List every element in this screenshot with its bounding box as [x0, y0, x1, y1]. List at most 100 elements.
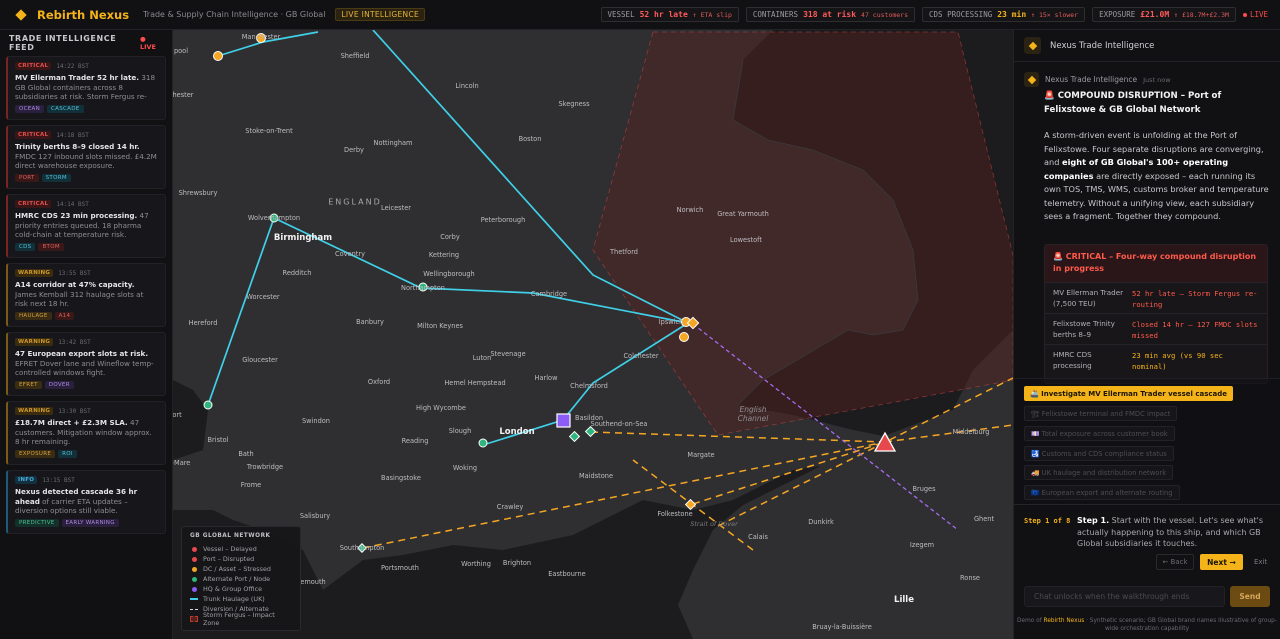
exit-button[interactable]: Exit	[1254, 558, 1267, 566]
severity-badge: WARNING	[15, 407, 54, 415]
feed-card[interactable]: WARNING 13:42 BST 47 European export slots…	[6, 332, 166, 396]
city-label: Reading	[401, 437, 429, 445]
metric-cds-processing[interactable]: CDS PROCESSING 23 min ↑ 15× slower	[922, 7, 1086, 22]
suggestion-terminal-impact[interactable]: 🏗 Felixstowe terminal and FMDC impact	[1024, 406, 1178, 421]
feed-live-badge: ● LIVE	[139, 35, 156, 51]
feed-tag[interactable]: EFRET	[15, 381, 42, 389]
feed-card[interactable]: INFO 13:15 BST Nexus detected cascade 36 h…	[6, 470, 166, 534]
feed-tag[interactable]: BTOM	[38, 243, 64, 251]
critical-row-key: HMRC CDS processing	[1053, 350, 1092, 370]
brand-subtitle: Trade & Supply Chain Intelligence · GB G…	[143, 10, 326, 19]
legend-item: Storm Fergus – Impact Zone	[190, 611, 292, 627]
severity-badge: CRITICAL	[15, 62, 52, 70]
feed-tags: CDS BTOM	[15, 243, 158, 251]
city-label: Thetford	[610, 248, 638, 256]
critical-alert-card: 🚨 CRITICAL – Four-way compound disruptio…	[1044, 244, 1268, 384]
feed-detail: FMDC 127 inbound slots missed. £4.2M dir…	[15, 151, 157, 171]
brand-name[interactable]: Rebirth Nexus	[37, 8, 129, 22]
suggestion-european-export[interactable]: 🇪🇺 European export and alternate routing	[1024, 485, 1180, 500]
feed-card[interactable]: CRITICAL 14:22 BST MV Ellerman Trader 52 h…	[6, 56, 166, 120]
city-label: Great Yarmouth	[717, 210, 769, 218]
city-label: Portsmouth	[381, 564, 419, 572]
next-button[interactable]: Next →	[1200, 554, 1243, 570]
metric-exposure[interactable]: EXPOSURE £21.0M ↑ £18.7M+£2.3M	[1092, 7, 1236, 22]
feed-card-header: CRITICAL 14:14 BST	[15, 200, 158, 208]
feed-tag[interactable]: EXPOSURE	[15, 450, 56, 458]
feed-card[interactable]: WARNING 13:55 BST A14 corridor at 47% capa…	[6, 263, 166, 327]
legend-item: Port – Disrupted	[190, 554, 292, 564]
city-label: Leicester	[381, 204, 411, 212]
metric-vessel[interactable]: VESSEL 52 hr late ↑ ETA slip	[600, 7, 739, 22]
feed-tag[interactable]: DOVER	[44, 381, 74, 389]
message-body: A storm-driven event is unfolding at the…	[1044, 129, 1272, 224]
feed-card-header: WARNING 13:42 BST	[15, 338, 158, 346]
feed-list: CRITICAL 14:22 BST MV Ellerman Trader 52 h…	[0, 56, 172, 534]
feed-tag[interactable]: EARLY WARNING	[61, 519, 119, 527]
feed-tag[interactable]: OCEAN	[15, 105, 45, 113]
back-button[interactable]: ← Back	[1156, 554, 1194, 570]
feed-tag[interactable]: CASCADE	[47, 105, 84, 113]
metric-containers[interactable]: CONTAINERS 318 at risk 47 customers	[745, 7, 916, 22]
city-label: Lowestoft	[730, 236, 762, 244]
network-map[interactable]: Manchester Sheffield pool Lincoln Skegness he…	[173, 30, 1013, 639]
city-label: Skegness	[558, 100, 590, 108]
panel-title: Nexus Trade Intelligence	[1050, 40, 1155, 51]
metric-delta: ↑ 15× slower	[1031, 10, 1079, 19]
city-label: Folkestone	[657, 510, 693, 518]
metric-value: 318 at risk	[803, 10, 857, 19]
alt-port-london-gateway	[584, 425, 597, 438]
legend-label: Trunk Haulage (UK)	[203, 595, 265, 603]
send-button[interactable]: Send	[1230, 586, 1270, 607]
legend-swatch-icon	[190, 546, 198, 552]
feed-tag[interactable]: ROI	[58, 450, 77, 458]
footer-brand-link[interactable]: Rebirth Nexus	[1044, 618, 1085, 624]
diversion-route	[590, 431, 886, 443]
footer-note: Demo of Rebirth Nexus · Synthetic scenar…	[1014, 617, 1280, 633]
feed-headline: 47 European export slots at risk.	[15, 349, 149, 358]
suggestion-customs-status[interactable]: 🛃 Customs and CDS compliance status	[1024, 446, 1174, 461]
severity-badge: CRITICAL	[15, 131, 52, 139]
feed-tag[interactable]: A14	[54, 312, 75, 320]
city-label: Milton Keynes	[417, 322, 463, 330]
feed-card[interactable]: CRITICAL 14:14 BST HMRC CDS 23 min process…	[6, 194, 166, 258]
feed-tag[interactable]: CDS	[15, 243, 36, 251]
city-label: Shrewsbury	[178, 189, 218, 197]
feed-card[interactable]: CRITICAL 14:18 BST Trinity berths 8–9 clos…	[6, 125, 166, 189]
feed-tag[interactable]: STORM	[41, 174, 71, 182]
city-label: pool	[173, 47, 189, 55]
feed-tags: PORT STORM	[15, 174, 158, 182]
suggestion-total-exposure[interactable]: 💷 Total exposure across customer book	[1024, 426, 1175, 441]
legend-label: HQ & Group Office	[203, 585, 263, 593]
trunk-route-west	[207, 217, 275, 406]
walkthrough-step-lead: Step 1.	[1077, 516, 1110, 525]
feed-tags: EXPOSURE ROI	[15, 450, 158, 458]
assistant-message: 🚨 COMPOUND DISRUPTION – Port of Felixsto…	[1044, 90, 1272, 224]
legend-swatch-icon	[190, 608, 198, 610]
legend-swatch-icon	[190, 556, 198, 562]
feed-card[interactable]: WARNING 13:30 BST £18.7M direct + £2.3M SL…	[6, 401, 166, 465]
feed-tag[interactable]: PORT	[15, 174, 39, 182]
legend-item: Vessel – Delayed	[190, 544, 292, 554]
feed-tag[interactable]: PREDICTIVE	[15, 519, 59, 527]
feed-body: Trinity berths 8–9 closed 14 hr. FMDC 12…	[15, 142, 158, 171]
metric-delta: 47 customers	[861, 10, 909, 19]
feed-tags: PREDICTIVE EARLY WARNING	[15, 519, 158, 527]
suggestion-vessel-cascade[interactable]: 🚢 Investigate MV Ellerman Trader vessel …	[1024, 386, 1233, 401]
map-legend: GB GLOBAL NETWORK Vessel – Delayed Port –…	[181, 526, 301, 631]
message-meta: Nexus Trade Intelligence Just now	[1024, 72, 1171, 87]
city-label: Ipswich	[658, 318, 684, 326]
critical-row-key: Felixstowe Trinity berths 8–9	[1053, 319, 1115, 339]
metric-delta: ↑ ETA slip	[692, 10, 732, 19]
suggestion-uk-haulage[interactable]: 🚚 UK haulage and distribution network	[1024, 465, 1174, 480]
feed-card-header: WARNING 13:55 BST	[15, 269, 158, 277]
city-label: Bath	[238, 450, 254, 458]
city-label: Northampton	[401, 284, 445, 292]
feed-tag[interactable]: HAULAGE	[15, 312, 52, 320]
chat-input[interactable]: Chat unlocks when the walkthrough ends	[1024, 586, 1225, 607]
city-label: Boston	[518, 135, 542, 143]
legend-swatch-icon	[190, 616, 198, 622]
city-label: Chelmsford	[570, 382, 608, 390]
city-label: Luton	[472, 354, 492, 362]
city-label: Derby	[344, 146, 364, 154]
city-label: Southampton	[339, 544, 385, 552]
